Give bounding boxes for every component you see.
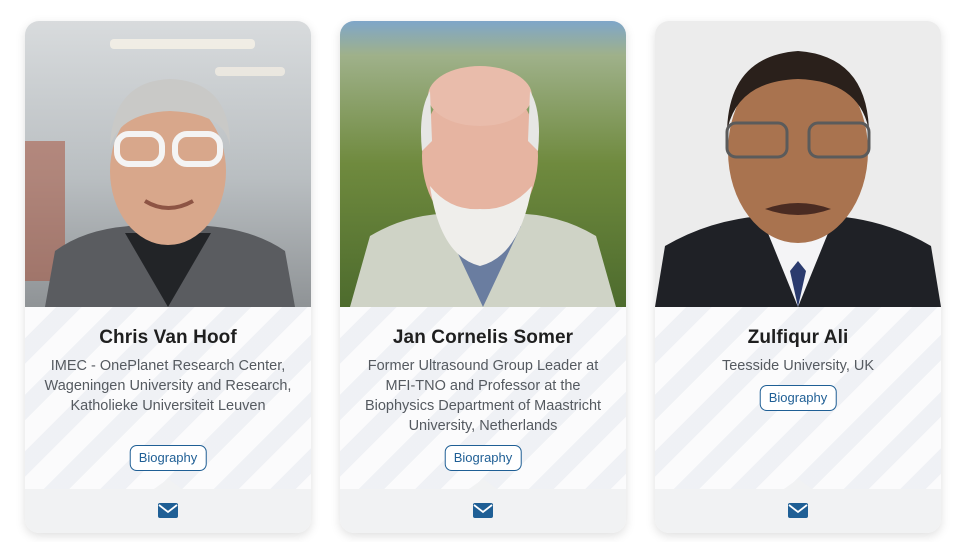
envelope-icon[interactable] (788, 503, 808, 518)
footer-notch (154, 479, 182, 489)
speaker-card: Zulfiqur Ali Teesside University, UK Bio… (655, 21, 941, 533)
envelope-icon[interactable] (158, 503, 178, 518)
portrait-photo-image (25, 21, 311, 307)
speaker-photo (25, 21, 311, 307)
envelope-icon[interactable] (473, 503, 493, 518)
card-footer (25, 479, 311, 533)
speaker-card: Jan Cornelis Somer Former Ultrasound Gro… (340, 21, 626, 533)
speaker-affiliation: Teesside University, UK (721, 358, 875, 374)
speaker-name: Chris Van Hoof (99, 327, 237, 348)
speaker-card: Chris Van Hoof IMEC - OnePlanet Research… (25, 21, 311, 533)
speaker-info: Chris Van Hoof IMEC - OnePlanet Research… (25, 307, 311, 489)
speaker-affiliation: IMEC - OnePlanet Research Center, Wageni… (44, 358, 292, 414)
biography-button[interactable]: Biography (759, 385, 837, 411)
biography-button[interactable]: Biography (129, 445, 207, 471)
card-footer (655, 479, 941, 533)
speaker-photo (340, 21, 626, 307)
speaker-affiliation: Former Ultrasound Group Leader at MFI-TN… (364, 358, 602, 434)
speaker-info: Jan Cornelis Somer Former Ultrasound Gro… (340, 307, 626, 489)
footer-notch (469, 479, 497, 489)
speaker-name: Zulfiqur Ali (747, 327, 849, 348)
speaker-name: Jan Cornelis Somer (392, 327, 574, 348)
footer-notch (784, 479, 812, 489)
speaker-info: Zulfiqur Ali Teesside University, UK Bio… (655, 307, 941, 489)
speaker-cards: Chris Van Hoof IMEC - OnePlanet Research… (0, 0, 955, 542)
card-footer (340, 479, 626, 533)
portrait-photo-image (655, 21, 941, 307)
biography-button[interactable]: Biography (444, 445, 522, 471)
speaker-photo (655, 21, 941, 307)
portrait-photo-image (340, 21, 626, 307)
